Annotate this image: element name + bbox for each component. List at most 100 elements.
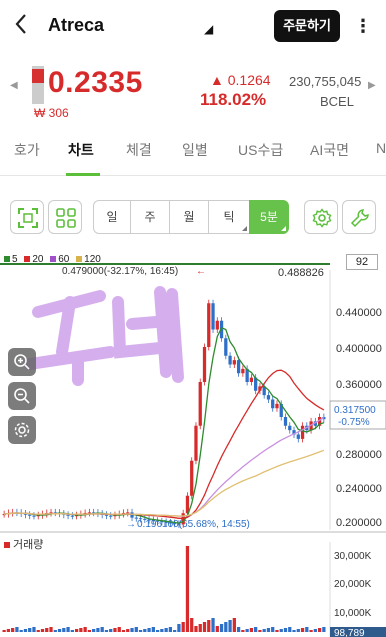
volume-bar (317, 628, 322, 632)
volume-bar (236, 627, 241, 632)
y-tick: 0.280000 (336, 449, 382, 461)
candle-body (198, 382, 202, 426)
prev-stock-arrow-icon[interactable]: ◀ (10, 80, 18, 91)
gear-icon (14, 422, 30, 438)
zoom-out-icon (14, 388, 30, 404)
y-tick: 0.200000 (336, 517, 382, 529)
high-annotation: 0.479000(-32.17%, 16:45) (62, 266, 178, 277)
back-icon[interactable] (14, 13, 34, 37)
volume-bars-group (2, 546, 326, 632)
layout-grid-button[interactable] (48, 200, 82, 234)
order-button[interactable]: 주문하기 (274, 10, 340, 42)
tab-more[interactable]: N (376, 140, 386, 156)
period-month[interactable]: 월 (169, 200, 209, 234)
volume-bar (173, 630, 177, 632)
y-tick: 0.360000 (336, 379, 382, 391)
active-tab-indicator (66, 173, 100, 176)
more-menu-icon[interactable]: ⋮ (354, 12, 372, 40)
candle-body (28, 514, 32, 516)
volume-bar (224, 622, 228, 632)
fullscreen-icon (18, 208, 38, 228)
volume-bar (305, 627, 309, 632)
price-block: ◀ 0.2335 ₩ 306 ▲ 0.1264 118.02% 230,755,… (0, 58, 386, 122)
volume-bar (6, 629, 11, 632)
volume-bar (45, 628, 49, 632)
candle-body (143, 518, 147, 520)
period-week[interactable]: 주 (130, 200, 170, 234)
tab-ai-phase[interactable]: AI국면 (310, 140, 349, 160)
volume-bar (258, 630, 262, 632)
volume-bar (279, 629, 283, 632)
y-tick: 0.400000 (336, 343, 382, 355)
vol-bottom-value: 98,789 (334, 628, 365, 637)
high-arrow-icon: ← (196, 266, 206, 277)
fullscreen-button[interactable] (10, 200, 44, 234)
dropdown-caret-icon[interactable]: ◢ (204, 22, 213, 36)
period-5min-label: 5분 (260, 210, 278, 224)
volume-bar (143, 629, 147, 632)
ma-20-line (4, 369, 325, 519)
tab-daily[interactable]: 일별 (182, 140, 208, 160)
candle-body (109, 515, 113, 517)
candle-body (70, 515, 74, 517)
zoom-in-button[interactable] (8, 348, 36, 376)
candle-body (232, 360, 236, 365)
candle-body (177, 523, 181, 525)
chart-settings-button[interactable] (304, 200, 338, 234)
period-5min[interactable]: 5분 (249, 200, 289, 234)
volume-bar (309, 630, 313, 632)
volume-bar (288, 627, 292, 632)
candle-body (66, 514, 70, 516)
volume-bar (130, 628, 134, 632)
candle-body (266, 395, 271, 400)
candle-body (249, 377, 254, 382)
candle-body (283, 417, 288, 426)
volume-bar (168, 627, 173, 632)
chart-area[interactable]: 5 20 60 120 92 0.440000 0.400000 0.36000… (0, 252, 386, 637)
current-price-label: 0.317500 (334, 405, 376, 416)
volume-bar (241, 630, 245, 632)
zoom-in-icon (14, 354, 30, 370)
volume-bar (113, 628, 117, 632)
volume-bar (53, 630, 57, 632)
tab-trades[interactable]: 체결 (126, 140, 152, 160)
volume-bar (11, 628, 15, 632)
volume-bar (296, 629, 300, 632)
period-tick-label: 틱 (223, 210, 235, 224)
trade-volume: 230,755,045 (289, 74, 362, 89)
candle-body (224, 338, 228, 356)
stock-name: Atreca (48, 15, 105, 35)
volume-bar (126, 629, 130, 632)
next-stock-arrow-icon[interactable]: ▶ (368, 80, 376, 91)
volume-bar (215, 626, 219, 632)
candle-body (190, 460, 194, 496)
volume-bar (49, 627, 53, 632)
gear-icon (312, 208, 332, 228)
header: Atreca ◢ 주문하기 ⋮ (0, 0, 386, 52)
volume-bar (117, 627, 121, 632)
y-tick: 0.240000 (336, 483, 382, 495)
period-day[interactable]: 일 (93, 200, 131, 234)
candle-body (228, 355, 232, 365)
volume-bar (23, 629, 28, 632)
tab-chart[interactable]: 차트 (68, 140, 94, 160)
zoom-out-button[interactable] (8, 382, 36, 410)
chart-settings-overlay-button[interactable] (8, 416, 36, 444)
tab-us-flow[interactable]: US수급 (238, 140, 283, 160)
tab-bar: 호가 차트 체결 일별 US수급 AI국면 N (0, 130, 386, 176)
volume-bar (19, 630, 23, 632)
vol-tick: 10,000K (334, 608, 372, 619)
tab-orderbook[interactable]: 호가 (14, 140, 40, 160)
volume-legend: 거래량 (4, 536, 43, 552)
volume-bar (138, 630, 143, 632)
low-arrow-icon: → (126, 519, 136, 530)
wrench-icon (350, 209, 369, 228)
volume-bar (245, 629, 249, 632)
volume-bar (134, 627, 138, 632)
period-tick[interactable]: 틱 (208, 200, 250, 234)
price-change-value: 0.1264 (227, 72, 271, 88)
candle-body (87, 512, 92, 514)
chart-tools-button[interactable] (342, 200, 376, 234)
candle-body (296, 434, 300, 439)
handwriting-overlay (24, 286, 184, 386)
